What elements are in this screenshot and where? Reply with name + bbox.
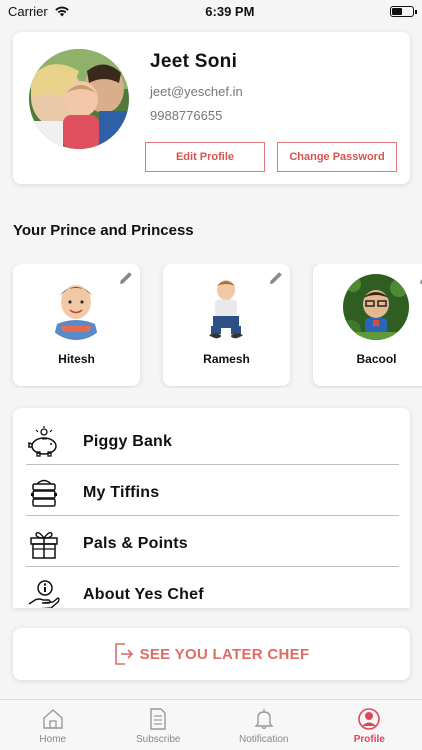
kid-name: Hitesh bbox=[58, 352, 95, 366]
menu-item-label: About Yes Chef bbox=[83, 585, 204, 603]
tiffin-icon bbox=[31, 479, 57, 507]
menu-item-label: My Tiffins bbox=[83, 483, 160, 501]
tab-notification[interactable]: Notification bbox=[211, 700, 317, 750]
battery-icon bbox=[390, 5, 417, 17]
tab-label: Notification bbox=[239, 734, 289, 745]
edit-pencil-icon[interactable] bbox=[118, 270, 134, 286]
menu-item-pals-points[interactable]: Pals & Points bbox=[26, 518, 399, 569]
status-time: 6:39 PM bbox=[205, 3, 255, 19]
kids-carousel[interactable]: Hitesh Ramesh Bacool bbox=[0, 264, 422, 388]
kid-photo bbox=[43, 274, 109, 340]
kid-name: Bacool bbox=[356, 352, 397, 366]
menu-item-about[interactable]: About Yes Chef bbox=[26, 569, 399, 608]
gift-icon bbox=[30, 531, 58, 559]
tab-bar: Home Subscribe Notification Profile bbox=[0, 699, 422, 750]
profile-card: Jeet Soni jeet@yeschef.in 9988776655 Edi… bbox=[13, 32, 410, 184]
tab-label: Profile bbox=[353, 734, 385, 745]
menu-divider bbox=[26, 515, 399, 516]
logout-label: SEE YOU LATER CHEF bbox=[139, 645, 310, 663]
status-bar: Carrier 6:39 PM bbox=[0, 0, 422, 22]
kid-card-bacool[interactable]: Bacool bbox=[313, 264, 422, 386]
edit-pencil-icon[interactable] bbox=[418, 270, 422, 286]
battery-level bbox=[392, 7, 402, 15]
menu-item-my-tiffins[interactable]: My Tiffins bbox=[26, 467, 399, 518]
kids-section-title: Your Prince and Princess bbox=[13, 222, 194, 239]
kid-card-ramesh[interactable]: Ramesh bbox=[163, 264, 290, 386]
kid-name: Ramesh bbox=[203, 352, 250, 366]
menu-divider bbox=[26, 464, 399, 465]
kid-photo bbox=[343, 274, 409, 340]
menu-item-label: Piggy Bank bbox=[83, 432, 173, 450]
profile-icon bbox=[358, 708, 381, 730]
carrier-label: Carrier bbox=[8, 3, 48, 19]
piggy-bank-icon bbox=[28, 425, 57, 457]
kid-photo bbox=[193, 274, 259, 340]
home-icon bbox=[43, 709, 63, 729]
status-left: Carrier bbox=[8, 4, 70, 19]
wifi-icon bbox=[54, 6, 69, 17]
tab-profile[interactable]: Profile bbox=[317, 700, 422, 750]
menu-divider bbox=[26, 566, 399, 567]
bell-icon bbox=[254, 709, 274, 730]
logout-button[interactable]: SEE YOU LATER CHEF bbox=[13, 628, 410, 680]
avatar[interactable] bbox=[29, 49, 129, 149]
edit-profile-button[interactable]: Edit Profile bbox=[145, 142, 265, 172]
change-password-button[interactable]: Change Password bbox=[277, 142, 397, 172]
edit-pencil-icon[interactable] bbox=[268, 270, 284, 286]
tab-label: Home bbox=[39, 734, 67, 745]
profile-email: jeet@yeschef.in bbox=[150, 84, 243, 99]
menu-item-label: Pals & Points bbox=[83, 534, 188, 552]
tab-home[interactable]: Home bbox=[0, 700, 106, 750]
profile-phone: 9988776655 bbox=[150, 108, 223, 123]
info-hand-icon bbox=[28, 579, 60, 608]
menu-item-piggy-bank[interactable]: Piggy Bank bbox=[26, 416, 399, 467]
document-icon bbox=[150, 708, 166, 730]
tab-subscribe[interactable]: Subscribe bbox=[106, 700, 212, 750]
logout-icon bbox=[114, 643, 133, 665]
tab-label: Subscribe bbox=[136, 734, 181, 745]
profile-name: Jeet Soni bbox=[150, 51, 238, 72]
kid-card-hitesh[interactable]: Hitesh bbox=[13, 264, 140, 386]
menu-card: Piggy Bank My Tiffins Pals & Points Abou… bbox=[13, 408, 410, 608]
